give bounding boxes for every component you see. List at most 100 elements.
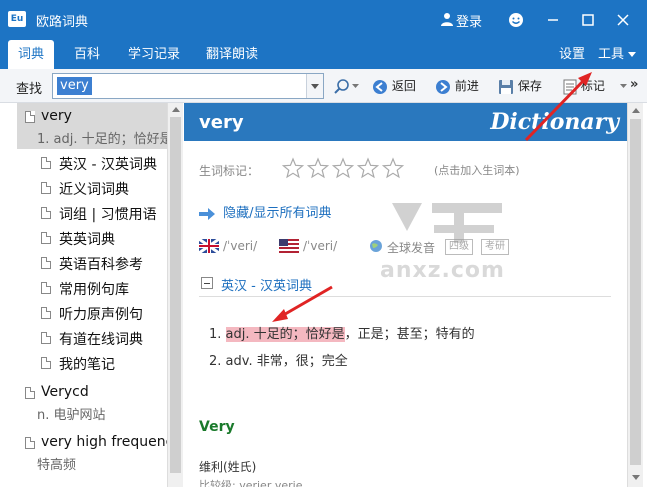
entry-definition: n. 电驴网站	[37, 408, 106, 423]
star-label: 生词标记：	[199, 164, 260, 178]
document-icon	[41, 282, 51, 294]
arrow-right-icon	[199, 207, 215, 220]
document-icon	[41, 357, 51, 369]
tab-bar: 词典 百科 学习记录 翻译朗读 设置 工具	[0, 40, 647, 69]
entry-word: Verycd	[41, 384, 89, 400]
document-icon	[25, 387, 35, 399]
sidebar-item-en-en-dict[interactable]: 英英词典	[17, 226, 167, 251]
forward-button[interactable]: 前进	[435, 75, 479, 97]
minimize-icon[interactable]	[543, 10, 563, 30]
star-icon[interactable]	[307, 157, 329, 179]
sidebar-item-youdao[interactable]: 有道在线词典	[17, 326, 167, 351]
word-list: very 1. adj. 十足的；恰好是 英汉 - 汉英词典 近义词词典 词组 …	[17, 103, 167, 487]
definition-item: 1. adj. 十足的；恰好是，正是；甚至；特有的	[209, 323, 475, 342]
toggle-all-dictionaries-link[interactable]: 隐藏/显示所有词典	[199, 202, 332, 221]
word-list-scrollbar[interactable]	[167, 103, 183, 487]
forward-label: 前进	[454, 79, 479, 93]
list-item[interactable]: very 1. adj. 十足的；恰好是	[17, 103, 167, 149]
document-icon	[41, 207, 51, 219]
star-icon[interactable]	[382, 157, 404, 179]
sidebar-item-synonyms[interactable]: 近义词词典	[17, 176, 167, 201]
scroll-up-icon[interactable]	[172, 107, 180, 112]
entry-word: very	[41, 108, 72, 124]
star-icon[interactable]	[332, 157, 354, 179]
tab-encyclopedia[interactable]: 百科	[66, 40, 108, 69]
headword: very	[199, 112, 244, 133]
collapse-icon[interactable]	[201, 277, 213, 289]
scrollbar-thumb[interactable]	[170, 117, 181, 473]
chevron-down-icon[interactable]	[628, 52, 636, 58]
star-hint: (点击加入生词本)	[434, 164, 520, 177]
maximize-icon[interactable]	[578, 10, 598, 30]
uk-flag-icon[interactable]	[199, 239, 219, 253]
list-item[interactable]: very high frequency 特高频	[17, 429, 167, 475]
definition-number: 2.	[209, 354, 222, 369]
document-icon	[41, 182, 51, 194]
back-button[interactable]: 返回	[372, 75, 416, 97]
close-icon[interactable]	[613, 10, 633, 30]
smile-icon[interactable]	[508, 12, 524, 28]
star-icon[interactable]	[282, 157, 304, 179]
chevron-down-icon[interactable]	[352, 84, 359, 89]
entry-definition: 特高频	[37, 458, 77, 473]
tab-translate[interactable]: 翻译朗读	[202, 40, 262, 69]
sidebar-item-my-notes[interactable]: 我的笔记	[17, 351, 167, 376]
list-item[interactable]: Verycd n. 电驴网站	[17, 379, 167, 425]
login-button[interactable]: 登录	[456, 11, 482, 30]
scroll-down-icon[interactable]	[632, 475, 640, 480]
app-icon: Eu	[8, 11, 26, 27]
document-icon	[25, 111, 35, 123]
document-icon	[41, 307, 51, 319]
document-icon	[41, 157, 51, 169]
forward-arrow-icon	[436, 79, 450, 94]
chevron-down-icon	[311, 84, 319, 89]
definition-text: adv. 非常，很；完全	[225, 354, 348, 369]
annotation-arrow-icon	[272, 285, 333, 322]
user-icon[interactable]	[440, 12, 454, 26]
sidebar-item-en-zh-dict[interactable]: 英汉 - 汉英词典	[17, 151, 167, 176]
scroll-up-icon[interactable]	[632, 108, 640, 113]
annotation-arrow-icon	[524, 72, 592, 142]
floppy-disk-icon	[499, 79, 513, 94]
document-icon	[41, 332, 51, 344]
tab-study-record[interactable]: 学习记录	[124, 40, 184, 69]
document-icon	[41, 257, 51, 269]
chevron-down-icon[interactable]	[620, 84, 627, 89]
watermark-text: anxz.com	[380, 258, 505, 283]
sidebar-item-label: 常用例句库	[59, 282, 129, 298]
title-bar: Eu 欧路词典 登录	[0, 0, 647, 40]
tab-dictionary[interactable]: 词典	[8, 40, 54, 69]
search-history-dropdown[interactable]	[306, 74, 323, 98]
sidebar-item-label: 英语百科参考	[59, 257, 143, 273]
scrollbar-thumb[interactable]	[630, 119, 641, 465]
definition-number: 1.	[209, 327, 222, 342]
document-icon	[41, 232, 51, 244]
definition-scrollbar[interactable]	[627, 103, 643, 487]
tools-button[interactable]: 工具	[596, 40, 626, 69]
sidebar-item-label: 我的笔记	[59, 357, 115, 373]
related-heading: Very	[199, 419, 235, 435]
toggle-all-label: 隐藏/显示所有词典	[223, 206, 332, 221]
sidebar-item-example-sentences[interactable]: 常用例句库	[17, 276, 167, 301]
definition-item: 2. adv. 非常，很；完全	[209, 350, 348, 369]
sidebar-item-phrases[interactable]: 词组 | 习惯用语	[17, 201, 167, 226]
entry-word: very high frequency	[41, 434, 167, 450]
sidebar-item-label: 近义词词典	[59, 182, 129, 198]
window-title: 欧路词典	[36, 15, 89, 30]
search-icon[interactable]	[333, 78, 351, 96]
overflow-chevron-icon[interactable]: »	[630, 77, 638, 92]
definition-text: ，正是；甚至；特有的	[344, 327, 475, 342]
settings-button[interactable]: 设置	[556, 40, 588, 69]
related-definition: 维利(姓氏)	[199, 460, 257, 474]
star-icon[interactable]	[357, 157, 379, 179]
related-forms: 比较级: verier verie...	[199, 479, 313, 487]
definition-panel: very Dictionary 生词标记： (点击加入生词本) 隐藏/显示所有词…	[184, 103, 627, 487]
sidebar-item-label: 听力原声例句	[59, 307, 143, 323]
search-input[interactable]: very	[57, 77, 92, 95]
us-flag-icon[interactable]	[279, 239, 299, 253]
definition-highlight: adj. 十足的；恰好是	[225, 327, 345, 342]
sidebar-item-label: 英汉 - 汉英词典	[59, 157, 157, 173]
search-box: very	[52, 73, 324, 99]
sidebar-item-encyclopedia[interactable]: 英语百科参考	[17, 251, 167, 276]
sidebar-item-listening[interactable]: 听力原声例句	[17, 301, 167, 326]
